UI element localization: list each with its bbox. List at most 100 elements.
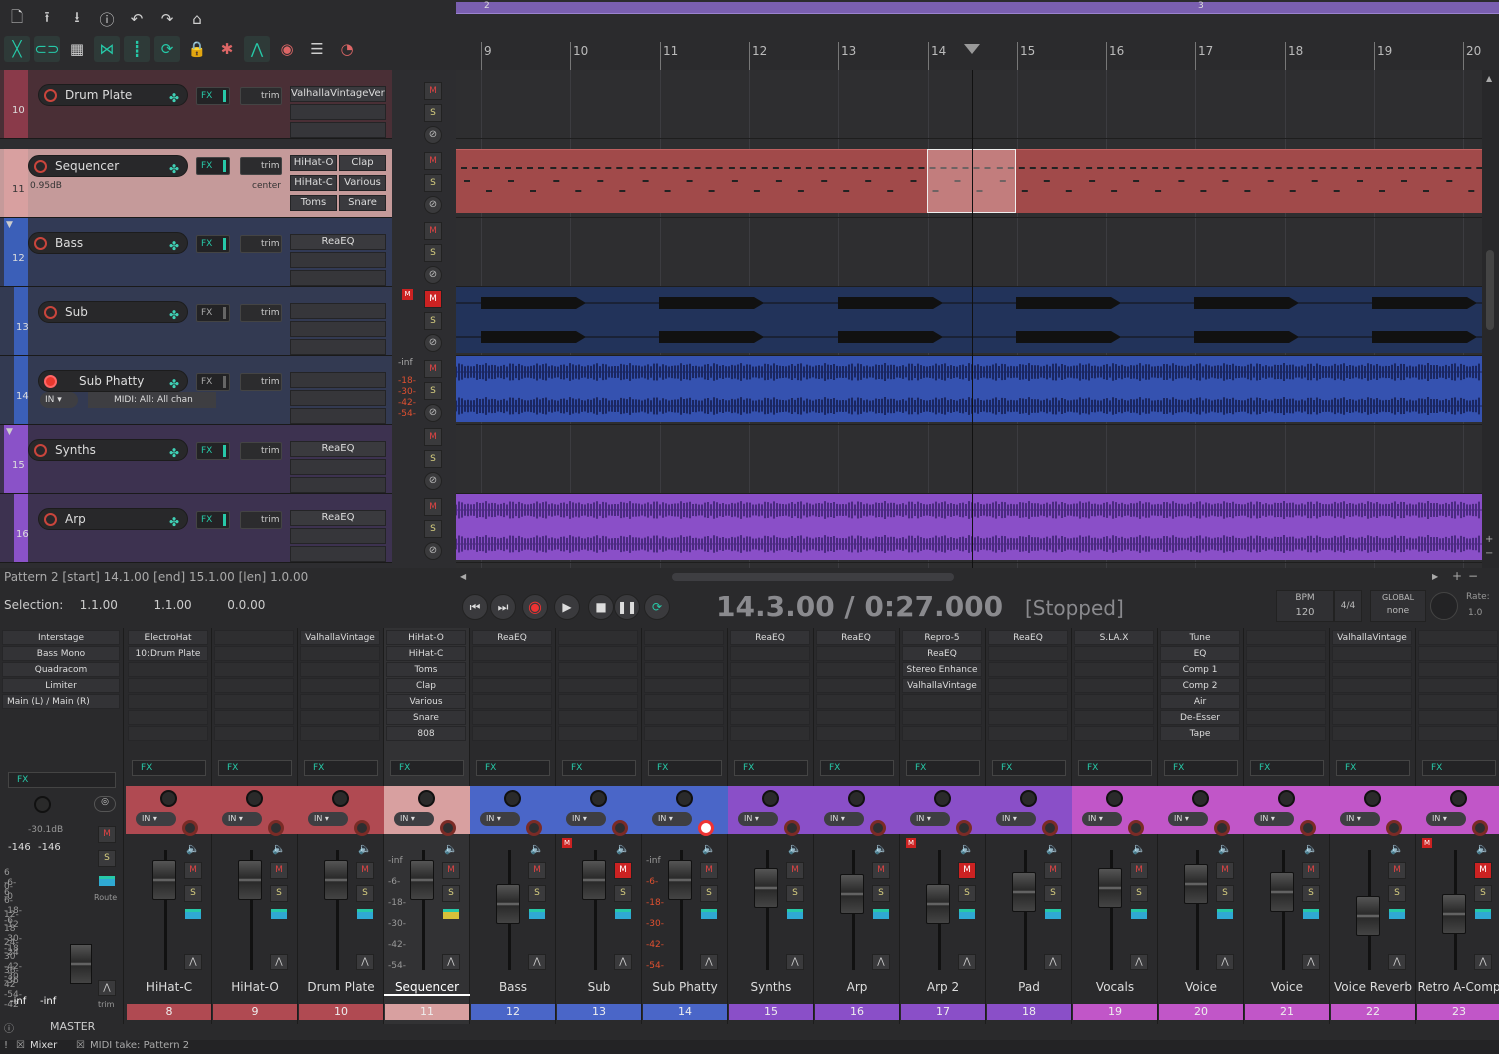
solo-button[interactable]: S [424, 382, 442, 400]
scroll-right-icon[interactable]: ▶ [1432, 572, 1438, 581]
region-bar[interactable]: 2 3 [456, 1, 1499, 14]
track-name[interactable]: Bass ✤ [28, 232, 188, 254]
selection-end[interactable]: 1.1.00 [153, 598, 227, 612]
phase-icon[interactable]: ⊘ [424, 196, 442, 214]
pan-knob[interactable] [504, 790, 521, 807]
input-select[interactable]: IN ▾ [652, 812, 692, 826]
volume-fader[interactable] [1012, 872, 1036, 912]
mute-button[interactable]: M [1302, 862, 1320, 879]
strip-name[interactable]: Voice Reverb [1330, 980, 1416, 994]
record-arm-button[interactable] [956, 820, 972, 836]
solo-button[interactable]: S [1130, 885, 1148, 902]
phase-icon[interactable]: ⊘ [424, 126, 442, 144]
strip-fx-slot-empty[interactable] [128, 710, 208, 725]
close-tab-icon[interactable]: ☒ [16, 1040, 25, 1051]
input-select[interactable]: IN ▾ [910, 812, 950, 826]
strip-name[interactable]: Sub Phatty [642, 980, 728, 994]
input-select[interactable]: IN ▾ [1254, 812, 1294, 826]
speaker-icon[interactable]: 🔈 [1218, 842, 1232, 855]
strip-fx-button[interactable]: FX [1164, 760, 1238, 776]
solo-button[interactable]: S [184, 885, 202, 902]
strip-fx-slot[interactable]: ReaEQ [472, 630, 552, 645]
mute-button[interactable]: M [184, 862, 202, 879]
track-name[interactable]: Sequencer ✤ [28, 155, 188, 177]
fx-slot-empty[interactable] [290, 372, 386, 388]
strip-fx-button[interactable]: FX [648, 760, 722, 776]
io-routing-icon[interactable] [1217, 909, 1233, 919]
strip-fx-slot-empty[interactable] [1418, 726, 1498, 741]
strip-fx-button[interactable]: FX [390, 760, 464, 776]
solo-button[interactable]: S [270, 885, 288, 902]
strip-fx-slot-empty[interactable] [558, 726, 638, 741]
master-fx-button[interactable]: FX [8, 772, 116, 788]
record-arm-button[interactable] [440, 820, 456, 836]
volume-fader[interactable] [1184, 864, 1208, 904]
speaker-icon[interactable]: 🔈 [272, 842, 286, 855]
strip-fx-slot-empty[interactable] [1332, 710, 1412, 725]
go-to-end-icon[interactable]: ⏭ [490, 594, 516, 620]
track-lane[interactable] [456, 218, 1482, 287]
scroll-left-icon[interactable]: ◀ [460, 572, 466, 581]
strip-fx-slot-empty[interactable] [644, 710, 724, 725]
strip-fx-slot-empty[interactable] [1246, 710, 1326, 725]
strip-fx-slot[interactable]: Stereo Enhance [902, 662, 982, 677]
track-lane[interactable] [456, 149, 1482, 218]
strip-fx-slot-empty[interactable] [214, 646, 294, 661]
strip-fx-slot[interactable]: EQ [1160, 646, 1240, 661]
playhead-marker[interactable] [964, 44, 980, 54]
strip-fx-slot-empty[interactable] [988, 646, 1068, 661]
time-display[interactable]: 14.3.00 / 0:27.000 [716, 590, 1003, 623]
fx-slot-empty[interactable] [290, 252, 386, 268]
strip-fx-slot-empty[interactable] [472, 662, 552, 677]
input-select[interactable]: IN ▾ [40, 392, 78, 408]
record-button[interactable]: ◉ [522, 594, 548, 620]
io-routing-icon[interactable] [1389, 909, 1405, 919]
strip-fx-slot[interactable]: Air [1160, 694, 1240, 709]
zoom-out-icon[interactable]: − [1485, 548, 1493, 559]
volume-fader[interactable] [1442, 894, 1466, 934]
solo-button[interactable]: S [424, 174, 442, 192]
track-name[interactable]: Synths ✤ [28, 439, 188, 461]
master-fx-slot[interactable]: Quadracom [2, 662, 120, 677]
track-row[interactable]: 16 Arp ✤ FX trim ReaEQ [0, 494, 392, 563]
track-lane[interactable] [456, 425, 1482, 494]
strip-fx-slot[interactable]: De-Esser [1160, 710, 1240, 725]
zoom-out-icon[interactable]: − [1468, 569, 1478, 583]
strip-fx-slot-empty[interactable] [300, 726, 380, 741]
audio-item[interactable] [456, 287, 1482, 353]
strip-name[interactable]: Retro A-Comp [1416, 980, 1499, 994]
record-arm-button[interactable] [354, 820, 370, 836]
mute-button[interactable]: M [424, 152, 442, 170]
timeline-ruler[interactable]: 2 3 9 10 11 12 13 14 15 16 17 18 19 20 [456, 0, 1499, 70]
strip-fx-slot[interactable]: ValhallaVintage [902, 678, 982, 693]
bpm-box[interactable]: BPM 120 [1276, 590, 1334, 622]
strip-fx-slot-empty[interactable] [1332, 662, 1412, 677]
strip-fx-slot-empty[interactable] [1418, 694, 1498, 709]
volume-fader[interactable] [152, 860, 176, 900]
strip-fx-slot-empty[interactable] [472, 726, 552, 741]
volume-fader[interactable] [496, 884, 520, 924]
strip-fx-slot[interactable]: HiHat-O [386, 630, 466, 645]
strip-fx-slot-empty[interactable] [214, 662, 294, 677]
info-icon[interactable]: ⓘ [4, 1020, 14, 1035]
strip-fx-slot-empty[interactable] [1074, 726, 1154, 741]
tab-midi-take[interactable]: MIDI take: Pattern 2 [90, 1040, 189, 1051]
phase-icon[interactable]: ⊘ [424, 266, 442, 284]
track-name[interactable]: Drum Plate ✤ [38, 84, 188, 106]
record-arm-button[interactable] [1214, 820, 1230, 836]
strip-name[interactable]: Arp 2 [900, 980, 986, 994]
pan-knob[interactable] [1450, 790, 1467, 807]
mono-stereo-icon[interactable]: ◎ [94, 796, 116, 812]
volume-fader[interactable] [754, 868, 778, 908]
strip-fx-slot-empty[interactable] [816, 678, 896, 693]
track-row[interactable]: 11 Sequencer ✤ 0.95dB center FX trim HiHa… [0, 149, 392, 218]
io-routing-icon[interactable] [529, 909, 545, 919]
io-routing-icon[interactable] [271, 909, 287, 919]
pan-knob[interactable] [590, 790, 607, 807]
strip-fx-slot-empty[interactable] [558, 630, 638, 645]
record-arm-button[interactable] [526, 820, 542, 836]
record-arm-button[interactable] [612, 820, 628, 836]
fx-slot-empty[interactable] [290, 303, 386, 319]
input-select[interactable]: IN ▾ [824, 812, 864, 826]
play-button[interactable]: ▶ [554, 594, 580, 620]
